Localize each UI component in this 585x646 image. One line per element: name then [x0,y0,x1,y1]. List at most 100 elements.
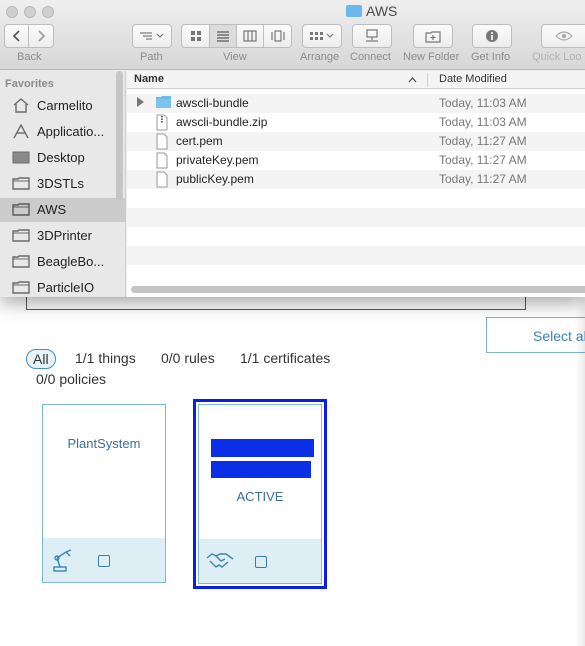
sidebar-item-particleio[interactable]: ParticleIO [0,276,126,297]
card-select-checkbox[interactable] [98,555,110,567]
desktop-icon [12,151,30,164]
certificate-status: ACTIVE [236,489,284,504]
zip-file-icon [156,114,168,131]
folder-icon [12,281,30,294]
certificate-card[interactable]: ACTIVE [198,404,322,584]
zoom-window-button[interactable] [42,6,54,18]
cover-flow-button[interactable] [263,24,292,48]
server-icon [366,29,378,42]
columns-icon [243,30,257,42]
file-row[interactable]: awscli-bundle Today, 11:03 AM [127,94,585,113]
file-name: cert.pem [176,134,223,148]
name-column-header[interactable]: Name [134,73,164,85]
file-row[interactable]: privateKey.pem Today, 11:27 AM [127,151,585,170]
file-name: privateKey.pem [176,153,259,167]
sidebar-item-label: AWS [37,202,67,217]
redaction-bar [211,439,314,457]
column-view-button[interactable] [236,24,264,48]
applications-icon [13,124,29,139]
forward-button[interactable] [28,24,54,48]
folder-icon [156,96,171,108]
sidebar-item-label: BeagleBo... [37,254,105,269]
folder-icon [12,229,30,242]
back-button[interactable] [4,24,29,48]
filter-things[interactable]: 1/1 things [75,350,136,366]
info-icon [486,30,498,42]
file-date: Today, 11:03 AM [439,96,527,110]
filter-all-chip[interactable]: All [26,349,56,369]
new-folder-label: New Folder [403,51,460,63]
sidebar-item-label: Applicatio... [37,124,105,139]
file-name: publicKey.pem [176,172,254,186]
connect-button[interactable] [352,24,392,48]
handshake-icon [206,553,234,568]
document-icon [156,133,168,150]
empty-row [127,189,585,208]
file-row[interactable]: awscli-bundle.zip Today, 11:03 AM [127,113,585,132]
grid-icon [190,31,201,41]
sidebar-item-3dprinter[interactable]: 3DPrinter [0,224,126,248]
arrange-button[interactable] [302,24,342,48]
thing-card-title: PlantSystem [67,436,141,451]
new-folder-button[interactable] [413,24,453,48]
file-date: Today, 11:27 AM [439,172,527,186]
close-window-button[interactable] [6,6,18,18]
list-icon [217,31,229,42]
sidebar-item-label: 3DSTLs [37,176,84,191]
sidebar-item-carmelito[interactable]: Carmelito [0,94,126,118]
date-column-header[interactable]: Date Modified [439,73,507,85]
favorites-heading: Favorites [5,78,54,90]
window-title: AWS [346,3,397,19]
card-footer [43,538,165,582]
icon-view-button[interactable] [181,24,210,48]
robot-arm-icon [53,549,72,572]
horizontal-scrollbar[interactable] [131,286,585,293]
disclosure-triangle-icon[interactable] [137,97,144,107]
get-info-label: Get Info [471,51,511,63]
file-row[interactable]: cert.pem Today, 11:27 AM [127,132,585,151]
sidebar-item-3dstls[interactable]: 3DSTLs [0,172,126,196]
path-label: Path [140,51,163,63]
file-list: Name Date Modified awscli-bundle Today, … [127,71,585,297]
file-date: Today, 11:27 AM [439,134,527,148]
card-footer [199,539,321,583]
sidebar-item-aws[interactable]: AWS [0,198,126,222]
document-icon [156,152,168,169]
thing-card[interactable]: PlantSystem [42,404,166,583]
chevron-left-icon [12,30,20,42]
arrange-label: Arrange [300,51,340,63]
view-label: View [223,51,247,63]
minimize-window-button[interactable] [24,6,36,18]
folder-icon [12,177,30,190]
eye-icon [554,31,573,41]
quick-look-button[interactable] [541,24,585,48]
chevron-right-icon [38,30,46,42]
file-row[interactable]: publicKey.pem Today, 11:27 AM [127,170,585,189]
path-button[interactable] [132,24,172,48]
column-header: Name Date Modified [127,71,585,89]
sidebar-item-beaglebone[interactable]: BeagleBo... [0,250,126,274]
list-view-button[interactable] [209,24,237,48]
filter-policies[interactable]: 0/0 policies [36,371,106,387]
file-date: Today, 11:03 AM [439,115,527,129]
sidebar-item-applications[interactable]: Applicatio... [0,120,126,144]
sidebar-scrollbar[interactable] [116,71,123,201]
new-folder-icon [425,30,441,43]
finder-window[interactable]: AWS Back Path View Arrange Connect New F… [0,0,585,297]
select-all-button[interactable]: Select al [486,317,585,353]
card-select-checkbox[interactable] [255,556,267,568]
filter-rules[interactable]: 0/0 rules [161,350,215,366]
file-name: awscli-bundle [176,96,249,110]
finder-titlebar[interactable]: AWS Back Path View Arrange Connect New F… [0,0,585,70]
sidebar-item-desktop[interactable]: Desktop [0,146,126,170]
filter-certificates[interactable]: 1/1 certificates [240,350,330,366]
get-info-button[interactable] [472,24,512,48]
folder-icon [12,203,30,216]
folder-icon [12,255,30,268]
empty-row [127,227,585,246]
sidebar-item-label: 3DPrinter [37,228,92,243]
path-icon [140,32,164,40]
cover-flow-icon [270,30,285,42]
folder-icon [346,5,362,17]
quick-look-label: Quick Loo [532,51,582,63]
